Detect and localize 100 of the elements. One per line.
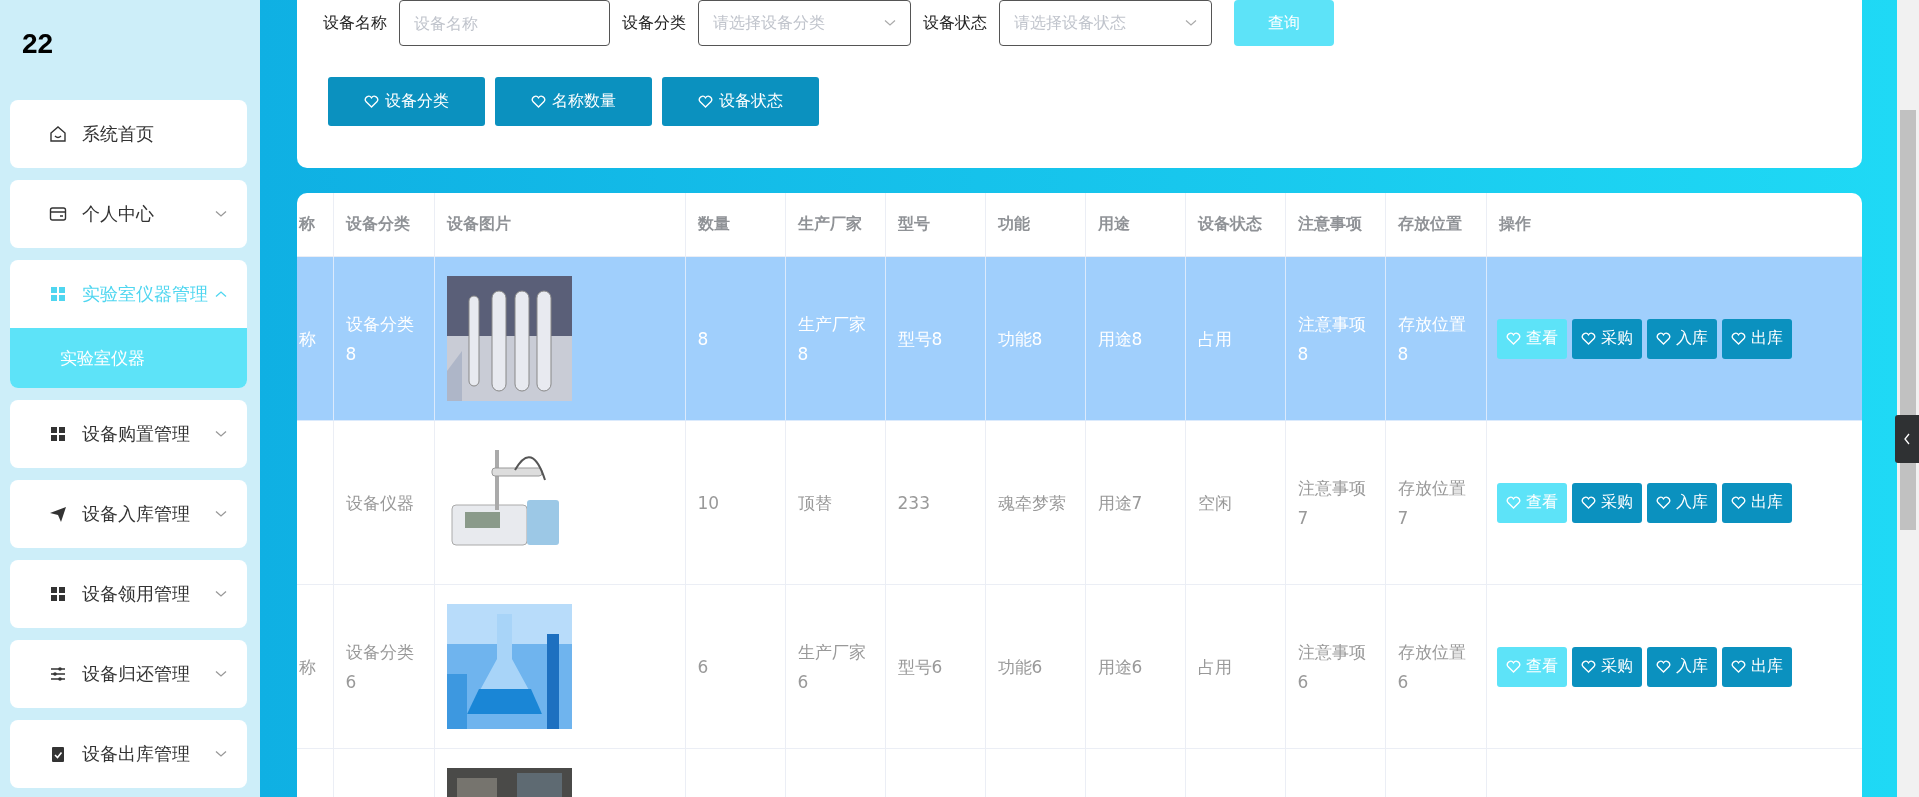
menu-item[interactable]: 设备领用管理	[10, 560, 247, 628]
table-cell: 注意事项8	[1297, 313, 1366, 364]
chevron-icon	[215, 430, 227, 438]
action-button[interactable]: 采购	[1571, 482, 1642, 523]
sliders-icon	[48, 664, 68, 684]
filter-label: 设备名称	[323, 12, 387, 34]
input-field[interactable]: 设备名称	[399, 0, 610, 46]
menu-label: 系统首页	[82, 122, 155, 146]
menu-item[interactable]: 设备归还管理	[10, 640, 247, 708]
table-cell: 生产厂家6	[797, 641, 866, 692]
table-cell: 用途7	[1097, 492, 1143, 513]
menu-label: 设备归还管理	[82, 662, 191, 686]
heart-icon	[1730, 332, 1746, 345]
column-header: 存放位置	[1397, 214, 1462, 233]
table-cell: 占用	[1197, 656, 1232, 677]
filter-label: 设备状态	[923, 12, 987, 34]
table-row[interactable]: 称 设备分类6 6 生产厂家6 型号6 功能6 用途6 占用 注意事项6 存放位置6 查看 采购 入库 出库	[297, 584, 1862, 749]
menu-item[interactable]: 设备入库管理	[10, 480, 247, 548]
action-button[interactable]: 采购	[1571, 318, 1642, 359]
dropdown-chevron-icon	[884, 19, 896, 27]
grid-icon	[48, 584, 68, 604]
table-cell: 存放位置8	[1397, 313, 1466, 364]
chevron-left-icon	[1903, 433, 1911, 445]
table-cell: 233	[897, 492, 930, 513]
column-header: 型号	[897, 214, 930, 233]
chevron-icon	[215, 750, 227, 758]
heart-icon	[364, 95, 379, 108]
menu-item[interactable]: 个人中心	[10, 180, 247, 248]
table-row[interactable]: 称 设备分类8 8 生产厂家8 型号8 功能8 用途8 占用 注意事项8 存放位置8 查看 采购 入库 出库	[297, 256, 1862, 421]
collapse-button[interactable]	[1895, 415, 1919, 463]
chart-button[interactable]: 设备分类	[328, 77, 485, 126]
table-cell: 存放位置6	[1397, 641, 1466, 692]
table-cell: 空闲	[1197, 492, 1232, 513]
column-header: 设备状态	[1197, 214, 1262, 233]
action-button[interactable]: 出库	[1721, 318, 1792, 359]
menu-item[interactable]: 设备购置管理	[10, 400, 247, 468]
heart-icon	[698, 95, 713, 108]
table-cell: 10	[697, 492, 720, 513]
menu-item[interactable]: 设备出库管理	[10, 720, 247, 788]
grid-icon	[48, 284, 68, 304]
menu-label: 设备领用管理	[82, 582, 191, 606]
heart-icon	[1505, 660, 1521, 673]
heart-icon	[1730, 660, 1746, 673]
table-cell: 称	[299, 328, 316, 349]
action-button[interactable]: 出库	[1721, 482, 1792, 523]
chart-button[interactable]: 设备状态	[662, 77, 819, 126]
table-cell: 用途6	[1097, 656, 1143, 677]
table-cell: 魂牵梦萦	[997, 492, 1066, 513]
table-cell: 生产厂家8	[797, 313, 866, 364]
menu-item[interactable]: 系统首页	[10, 100, 247, 168]
heart-icon	[1655, 496, 1671, 509]
heart-icon	[1655, 660, 1671, 673]
menu-label: 设备购置管理	[82, 422, 191, 446]
paper-plane-icon	[48, 504, 68, 524]
action-button[interactable]: 出库	[1721, 646, 1792, 687]
heart-icon	[531, 95, 546, 108]
table-cell: 设备仪器	[345, 492, 414, 513]
heart-icon	[1580, 660, 1596, 673]
chevron-icon	[215, 210, 227, 218]
column-header: 设备图片	[446, 214, 511, 233]
action-button[interactable]: 入库	[1646, 482, 1717, 523]
column-header: 功能	[997, 214, 1030, 233]
heart-icon	[1655, 332, 1671, 345]
table-cell: 设备分类8	[345, 313, 414, 364]
heart-icon	[1580, 332, 1596, 345]
action-button[interactable]: 入库	[1646, 646, 1717, 687]
menu-label: 设备出库管理	[82, 742, 191, 766]
table-row[interactable]: 设备仪器 10 顶替 233 魂牵梦萦 用途7 空闲 注意事项7 存放位置7 查看 采购 入库 出库	[297, 420, 1862, 585]
table-cell: 注意事项6	[1297, 641, 1366, 692]
heart-icon	[1580, 496, 1596, 509]
home-icon	[48, 124, 68, 144]
chevron-icon	[215, 670, 227, 678]
table-cell: 称	[299, 656, 316, 677]
chart-button[interactable]: 名称数量	[495, 77, 652, 126]
chevron-icon	[215, 590, 227, 598]
table-cell: 功能8	[997, 328, 1043, 349]
heart-icon	[1505, 332, 1521, 345]
column-header: 数量	[697, 214, 730, 233]
wallet-icon	[48, 204, 68, 224]
column-header: 用途	[1097, 214, 1130, 233]
table-cell: 占用	[1197, 328, 1232, 349]
scrollbar[interactable]	[1897, 0, 1919, 797]
column-header: 称	[299, 214, 315, 233]
menu-label: 个人中心	[82, 202, 155, 226]
menu-label: 实验室仪器管理	[82, 282, 209, 306]
table-cell: 6	[697, 656, 709, 677]
table-cell: 功能6	[997, 656, 1043, 677]
table-cell: 用途8	[1097, 328, 1143, 349]
heart-icon	[1730, 496, 1746, 509]
chevron-icon	[215, 290, 227, 298]
grid-icon	[48, 424, 68, 444]
column-header: 操作	[1498, 214, 1531, 233]
column-header: 设备分类	[345, 214, 410, 233]
table-cell: 型号8	[897, 328, 943, 349]
heart-icon	[1505, 496, 1521, 509]
table-cell: 存放位置7	[1397, 477, 1466, 528]
action-button[interactable]: 入库	[1646, 318, 1717, 359]
action-button[interactable]: 采购	[1571, 646, 1642, 687]
table-cell: 8	[697, 328, 709, 349]
column-header: 注意事项	[1297, 214, 1362, 233]
